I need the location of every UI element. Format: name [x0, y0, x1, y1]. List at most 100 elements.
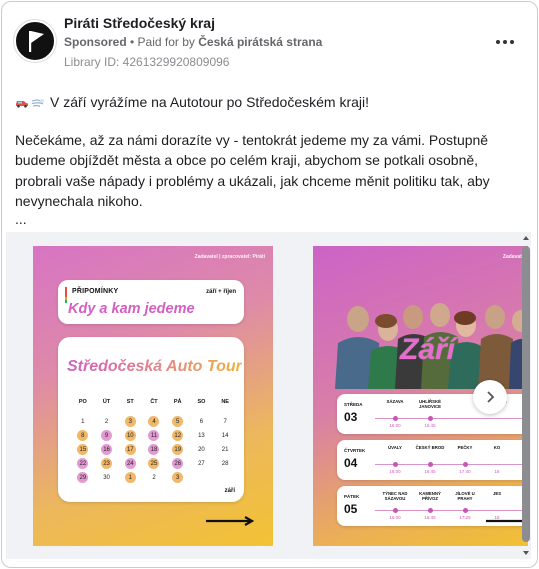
calendar-day-highlighted: 4 [148, 416, 160, 427]
weekday-tue: ÚT [102, 399, 111, 405]
calendar-day-highlighted: 18 [148, 444, 160, 455]
time-label: 18 [494, 469, 500, 474]
calendar-day-highlighted: 15 [77, 444, 89, 455]
weekday-thu: ČT [150, 399, 158, 405]
calendar-card: Středočeská Auto Tour PO ÚT ST ČT PÁ SO … [58, 337, 244, 502]
see-more-ellipsis[interactable]: ... [15, 212, 520, 226]
calendar-day-highlighted: 5 [172, 416, 184, 427]
arrow-right-icon [206, 516, 255, 526]
day-number: 03 [344, 410, 358, 424]
time-label: 16:00 [389, 469, 401, 474]
calendar-day-highlighted: 9 [101, 430, 113, 441]
scrollbar[interactable] [521, 232, 531, 559]
timeline-dot [393, 462, 398, 467]
wind-emoji-icon [31, 99, 44, 107]
town-name: ÚVALY [388, 445, 402, 450]
time-label: 16:00 [389, 515, 401, 520]
image-carousel[interactable]: Zadavatel | zpracovatel: Piráti PŘIPOMÍN… [6, 232, 531, 559]
scroll-up-icon[interactable] [522, 234, 530, 242]
scrollbar-thumb[interactable] [522, 246, 530, 542]
timeline-dot [463, 462, 468, 467]
calendar-day-highlighted: 22 [77, 458, 89, 469]
post-paragraph: Nečekáme, až za námi dorazíte vy - tento… [15, 131, 490, 210]
scroll-down-icon[interactable] [522, 549, 530, 557]
calendar-day-highlighted: 19 [172, 444, 184, 455]
car-emoji-icon [16, 101, 28, 108]
calendar-title: Středočeská Auto Tour [67, 358, 242, 375]
day-name: STŘEDA [344, 402, 363, 407]
calendar-day: 2 [104, 418, 109, 425]
calendar-day [196, 472, 207, 483]
calendar-day: 2 [152, 474, 156, 481]
time-label: 17:40 [459, 469, 471, 474]
calendar-day: 30 [103, 474, 110, 481]
town-name: TÝNEC NAD SÁZAVOU [382, 491, 408, 501]
page-name[interactable]: Piráti Středočeský kraj [64, 15, 215, 31]
town-name: PEČKY [457, 445, 473, 450]
town-name: JES [492, 491, 502, 496]
calendar-day-highlighted: 1 [124, 472, 136, 483]
calendar-day-highlighted: 10 [124, 430, 136, 441]
calendar-day: 6 [199, 418, 204, 425]
calendar-day-highlighted: 23 [101, 458, 113, 469]
timeline-dot [393, 508, 398, 513]
calendar-day-highlighted: 17 [124, 444, 136, 455]
slide1-credit: Zadavatel | zpracovatel: Piráti [194, 254, 265, 260]
calendar-grid: PO ÚT ST ČT PÁ SO NE 1 2 3 4 5 6 7 8 9 1… [71, 399, 237, 486]
calendar-day: 27 [198, 460, 205, 467]
calendar-week: 8 9 10 11 12 13 14 [71, 430, 237, 441]
calendar-day-highlighted: 16 [101, 444, 113, 455]
day-number: 04 [344, 456, 358, 470]
reminder-card: PŘIPOMÍNKY září + říjen Kdy a kam jedeme [58, 280, 244, 324]
calendar-day: 1 [81, 418, 85, 425]
ad-card: Piráti Středočeský kraj Sponsored • Paid… [1, 1, 538, 568]
timeline-dot [463, 508, 468, 513]
town-name: KAMENNÝ PŘÍVOZ [419, 491, 441, 501]
calendar-day: 7 [223, 418, 227, 425]
paid-for-prefix: • Paid for by [126, 35, 199, 49]
time-label: 16:45 [424, 515, 436, 520]
carousel-next-button[interactable] [473, 380, 507, 414]
sponsored-line: Sponsored • Paid for by Česká pirátská s… [64, 35, 322, 49]
carousel-slide-1[interactable]: Zadavatel | zpracovatel: Piráti PŘIPOMÍN… [33, 246, 273, 546]
time-label: 16:45 [424, 469, 436, 474]
timeline-dot [428, 508, 433, 513]
town-name: UHLÍŘSKÉ JANOVICE [419, 399, 441, 409]
town-name: ČESKÝ BROD [415, 445, 445, 450]
time-label: 17:25 [459, 515, 471, 520]
pirate-flag-icon [29, 31, 44, 52]
post-headline: V září vyrážíme na Autotour po Středočes… [15, 92, 520, 113]
chevron-right-icon [487, 391, 495, 403]
weekday-mon: PO [78, 399, 87, 405]
calendar-day-highlighted: 24 [124, 458, 136, 469]
timeline-dot [428, 416, 433, 421]
weekday-wed: ST [126, 399, 134, 405]
payer-name[interactable]: Česká pirátská strana [198, 35, 322, 49]
weekday-fri: PÁ [173, 399, 182, 405]
calendar-week: 29 30 1 2 3 [71, 472, 237, 483]
reminder-title: Kdy a kam jedeme [68, 301, 195, 317]
calendar-day-highlighted: 11 [148, 430, 160, 441]
calendar-day: 13 [198, 432, 205, 439]
page-avatar[interactable] [14, 20, 56, 62]
month-title: Září [400, 333, 456, 366]
schedule-day-row: ČTVRTEK 04 ÚVALY ČESKÝ BROD PEČKY KO 16:… [337, 440, 528, 480]
time-label: 16:45 [424, 423, 436, 428]
calendar-week: 15 16 17 18 19 20 21 [71, 444, 237, 455]
calendar-day: 28 [221, 460, 229, 467]
more-icon[interactable] [495, 36, 515, 48]
calendar-day: 21 [221, 446, 229, 453]
weekday-sat: SO [197, 399, 206, 405]
calendar-day-highlighted: 3 [172, 472, 184, 483]
calendar-day [220, 472, 231, 483]
time-label: 16:00 [389, 423, 401, 428]
calendar-day-highlighted: 12 [172, 430, 184, 441]
reminder-date: září + říjen [206, 289, 236, 295]
town-name: KO [493, 445, 501, 450]
sponsored-label: Sponsored [64, 35, 127, 49]
day-name: PÁTEK [344, 494, 360, 499]
reminder-label: PŘIPOMÍNKY [72, 288, 119, 295]
reminder-list-icon [65, 287, 67, 297]
calendar-day-highlighted: 25 [148, 458, 160, 469]
calendar-day-highlighted: 26 [172, 458, 184, 469]
